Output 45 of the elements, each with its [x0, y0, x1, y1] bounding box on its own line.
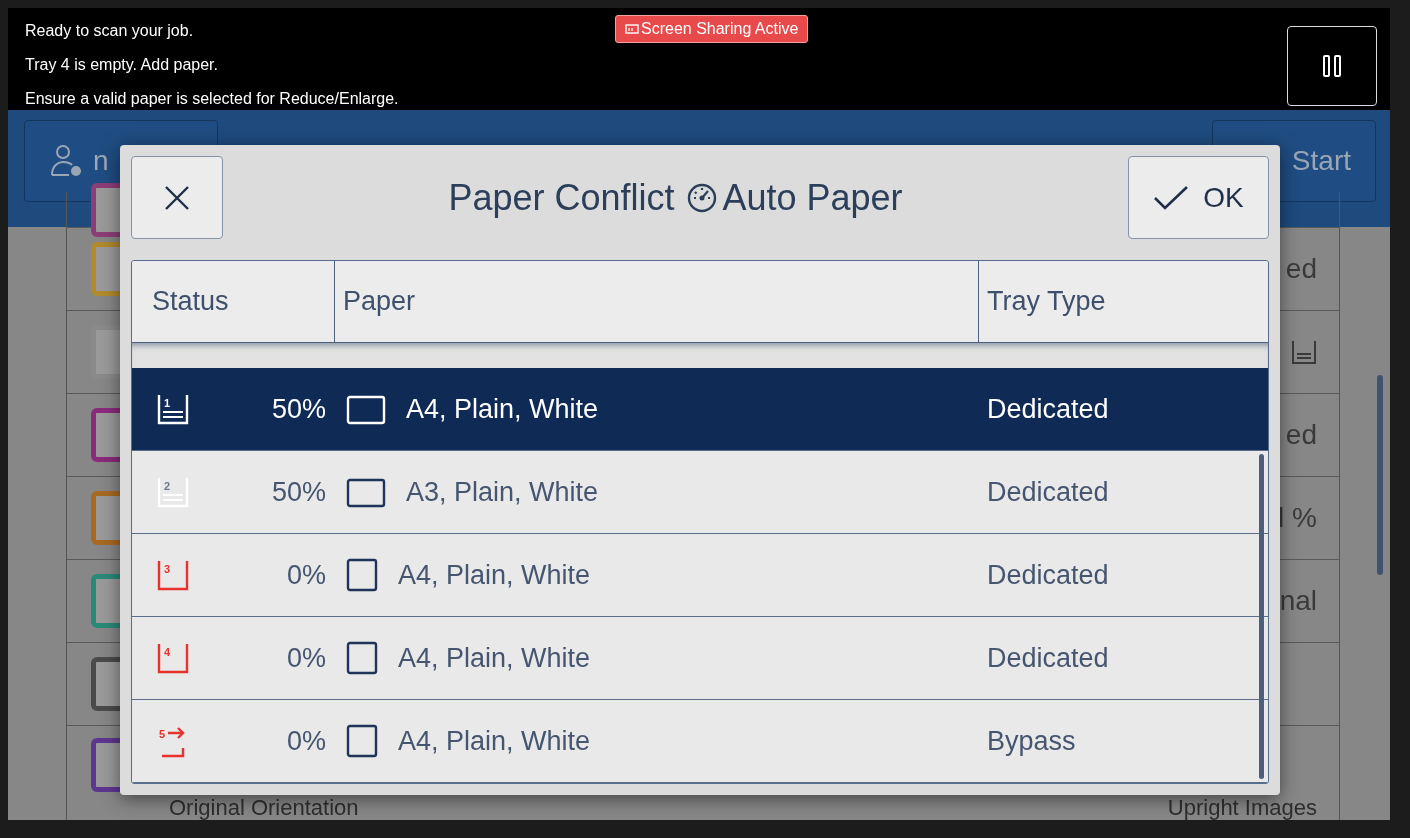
column-header: Tray Type: [978, 261, 1268, 342]
close-icon: [164, 184, 190, 211]
tray-type: Bypass: [987, 725, 1076, 757]
close-button[interactable]: [131, 156, 223, 239]
paper-description: A3, Plain, White: [406, 476, 599, 508]
status-message: Ready to scan your job.: [25, 21, 195, 41]
dialog-title: Paper Conflict: [448, 176, 675, 219]
paper-description: A4, Plain, White: [406, 393, 599, 425]
paper-level: 0%: [286, 559, 326, 591]
paper-level: 0%: [286, 642, 326, 674]
scrollbar[interactable]: [1259, 454, 1264, 779]
paper-row[interactable]: 4 0% A4, Plain, White Dedicated: [132, 617, 1268, 700]
column-header: Paper: [334, 261, 978, 342]
paper-row[interactable]: 3 0% A4, Plain, White Dedicated: [132, 534, 1268, 617]
gauge-icon: [686, 181, 719, 214]
pause-icon: [1322, 55, 1342, 77]
status-message: Tray 4 is empty. Add paper.: [25, 55, 219, 75]
dialog-subtitle: Auto Paper: [722, 176, 903, 219]
paper-row[interactable]: 2 50% A3, Plain, White Dedicated: [132, 451, 1268, 534]
feature-value: ed: [1285, 419, 1317, 451]
tray-type: Dedicated: [987, 393, 1109, 425]
feature-label: Original Orientation: [169, 796, 359, 820]
paper-description: A4, Plain, White: [398, 559, 591, 591]
tray-type: Dedicated: [987, 642, 1109, 674]
badge-label: Screen Sharing Active: [641, 20, 799, 38]
column-header: Status: [151, 284, 230, 318]
tray-type: Dedicated: [987, 476, 1109, 508]
feature-value: Upright Images: [1167, 796, 1317, 820]
pause-button[interactable]: [1287, 26, 1377, 106]
feature-value: ed: [1285, 253, 1317, 285]
paper-row[interactable]: 5 0% A4, Plain, White Bypass: [132, 700, 1268, 783]
scrollbar[interactable]: [1377, 375, 1383, 575]
paper-level: 50%: [271, 476, 326, 508]
paper-level: 50%: [271, 393, 326, 425]
paper-row[interactable]: 1 50% A4, Plain, White Dedicated: [132, 368, 1268, 451]
feature-value: l %: [1278, 502, 1317, 534]
paper-description: A4, Plain, White: [398, 725, 591, 757]
tray-type: Dedicated: [987, 559, 1109, 591]
paper-level: 0%: [286, 725, 326, 757]
feature-value: nal: [1279, 585, 1317, 617]
paper-description: A4, Plain, White: [398, 642, 591, 674]
screen-icon: [625, 24, 639, 34]
ok-button[interactable]: OK: [1128, 156, 1269, 239]
checkmark-icon: [1153, 184, 1190, 211]
status-message: Ensure a valid paper is selected for Reduce/Enlarge.: [25, 89, 400, 109]
